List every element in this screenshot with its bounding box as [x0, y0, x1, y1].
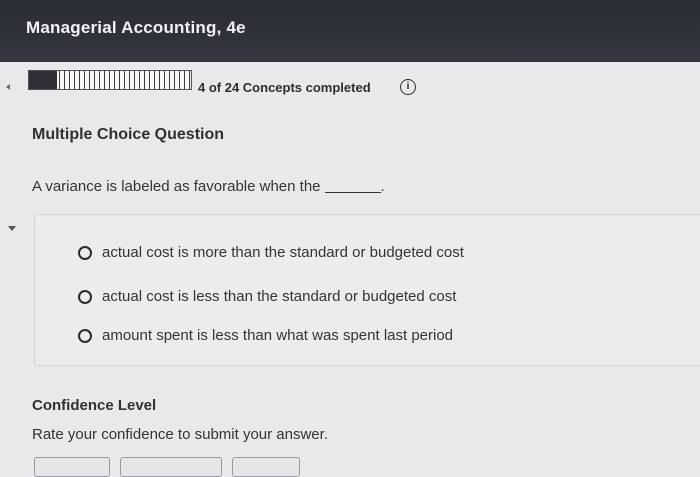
radio-button[interactable] [78, 329, 92, 343]
radio-button[interactable] [78, 246, 92, 260]
app-title: Managerial Accounting, 4e [26, 18, 246, 37]
progress-row: 4 of 24 Concepts completed i [0, 62, 700, 118]
confidence-instructions: Rate your confidence to submit your answ… [32, 426, 328, 443]
confidence-button-1[interactable] [34, 457, 110, 477]
question-prompt: A variance is labeled as favorable when … [32, 178, 385, 195]
progress-bar-fill [29, 71, 57, 89]
confidence-button-3[interactable] [232, 457, 300, 477]
option-label: actual cost is less than the standard or… [102, 288, 457, 305]
answer-blank [324, 192, 381, 193]
option-label: actual cost is more than the standard or… [102, 244, 464, 261]
concepts-progress-bar [28, 70, 192, 90]
back-arrow-icon[interactable] [6, 84, 10, 90]
radio-button[interactable] [78, 290, 92, 304]
confidence-button-2[interactable] [120, 457, 222, 477]
app-header: Managerial Accounting, 4e [0, 0, 700, 62]
info-icon[interactable]: i [400, 79, 416, 95]
caret-down-icon [8, 226, 16, 231]
confidence-level-title: Confidence Level [32, 397, 157, 414]
progress-text: 4 of 24 Concepts completed [198, 80, 371, 95]
question-type-label: Multiple Choice Question [32, 126, 225, 143]
question-prompt-text: A variance is labeled as favorable when … [32, 178, 321, 195]
option-label: amount spent is less than what was spent… [102, 327, 454, 344]
